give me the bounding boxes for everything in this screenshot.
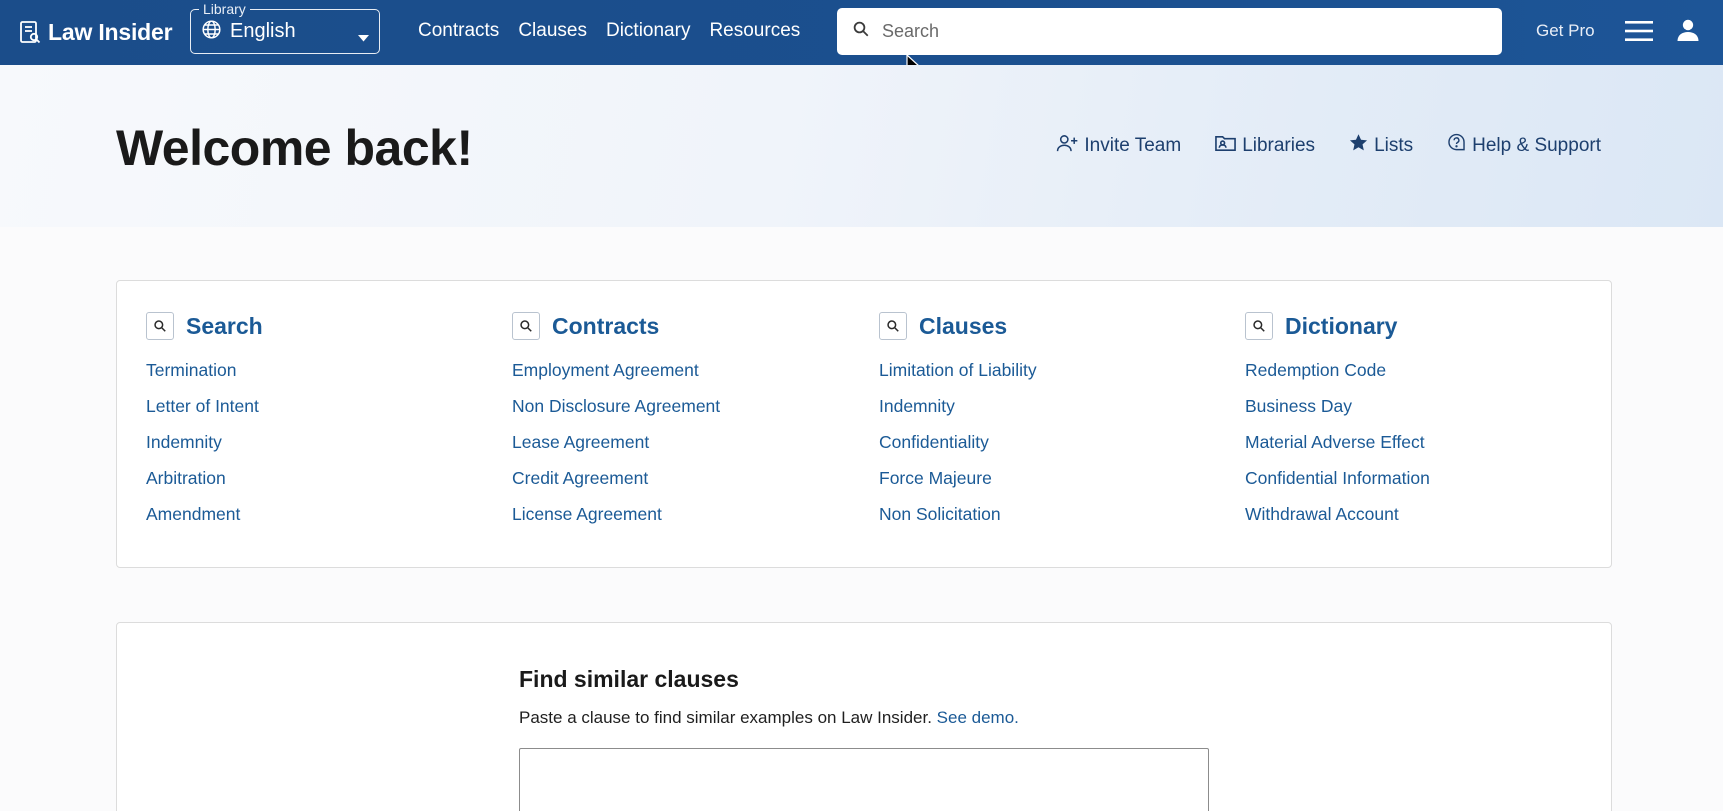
list-item[interactable]: Non Disclosure Agreement [512,395,842,431]
find-similar-description: Paste a clause to find similar examples … [519,708,1019,728]
star-icon [1349,133,1368,158]
library-language-select[interactable]: Library English [190,0,380,54]
list-item[interactable]: Arbitration [146,467,476,503]
list-item[interactable]: Force Majeure [879,467,1209,503]
book-logo-icon [18,20,42,44]
invite-team-button[interactable]: Invite Team [1056,133,1181,158]
list-item[interactable]: Non Solicitation [879,503,1209,539]
search-icon [879,312,907,340]
libraries-label: Libraries [1242,134,1316,156]
list-item[interactable]: Letter of Intent [146,395,476,431]
dictionary-column-header: Dictionary [1245,311,1575,341]
list-item[interactable]: Withdrawal Account [1245,503,1575,539]
list-item[interactable]: Termination [146,359,476,395]
search-input[interactable] [882,21,1482,42]
nav-clauses[interactable]: Clauses [518,20,587,42]
search-bar[interactable] [837,8,1502,55]
list-item[interactable]: Business Day [1245,395,1575,431]
hero-actions: Invite Team Libraries Lists Help & Suppo… [1056,133,1601,158]
list-item[interactable]: Indemnity [879,395,1209,431]
get-pro-link[interactable]: Get Pro [1536,21,1595,41]
search-icon [1245,312,1273,340]
library-language-value: English [230,20,296,42]
contracts-column-header: Contracts [512,311,842,341]
folder-icon [1215,134,1237,158]
list-item[interactable]: Lease Agreement [512,431,842,467]
list-item[interactable]: Confidentiality [879,431,1209,467]
dictionary-column-title[interactable]: Dictionary [1285,313,1397,340]
find-similar-text: Paste a clause to find similar examples … [519,708,932,727]
list-item[interactable]: Employment Agreement [512,359,842,395]
top-navigation-bar: Law Insider Library English Contracts Cl… [0,0,1723,65]
search-icon [146,312,174,340]
search-column: Search Termination Letter of Intent Inde… [146,311,476,539]
clause-paste-textarea[interactable] [519,748,1209,811]
lists-button[interactable]: Lists [1349,133,1413,158]
hamburger-menu-icon[interactable] [1625,20,1653,47]
library-legend: Library [199,0,250,18]
clauses-column-header: Clauses [879,311,1209,341]
see-demo-link[interactable]: See demo. [937,708,1019,727]
lists-label: Lists [1374,134,1414,156]
list-item[interactable]: License Agreement [512,503,842,539]
help-icon [1447,133,1466,158]
caret-down-icon [358,29,369,47]
clauses-column: Clauses Limitation of Liability Indemnit… [879,311,1209,539]
user-plus-icon [1056,134,1078,158]
nav-resources[interactable]: Resources [709,20,800,42]
page-title: Welcome back! [116,120,473,176]
logo-text: Law Insider [48,18,173,45]
invite-team-label: Invite Team [1084,134,1182,156]
list-item[interactable]: Amendment [146,503,476,539]
help-support-label: Help & Support [1472,134,1601,156]
clauses-column-title[interactable]: Clauses [919,313,1007,340]
list-item[interactable]: Material Adverse Effect [1245,431,1575,467]
search-column-title[interactable]: Search [186,313,263,340]
search-icon [852,20,870,43]
contracts-column: Contracts Employment Agreement Non Discl… [512,311,842,539]
find-similar-title: Find similar clauses [519,666,739,692]
main-nav: Contracts Clauses Dictionary Resources [418,20,800,42]
globe-icon [201,19,222,45]
libraries-button[interactable]: Libraries [1215,133,1315,158]
list-item[interactable]: Confidential Information [1245,467,1575,503]
law-insider-logo[interactable]: Law Insider [18,16,173,48]
list-item[interactable]: Limitation of Liability [879,359,1209,395]
search-icon [512,312,540,340]
list-item[interactable]: Redemption Code [1245,359,1575,395]
dictionary-column: Dictionary Redemption Code Business Day … [1245,311,1575,539]
nav-contracts[interactable]: Contracts [418,20,499,42]
contracts-column-title[interactable]: Contracts [552,313,659,340]
user-account-icon[interactable] [1676,18,1700,47]
list-item[interactable]: Indemnity [146,431,476,467]
nav-dictionary[interactable]: Dictionary [606,20,690,42]
help-support-button[interactable]: Help & Support [1447,133,1601,158]
list-item[interactable]: Credit Agreement [512,467,842,503]
quick-links-card: Search Termination Letter of Intent Inde… [116,280,1612,568]
search-column-header: Search [146,311,476,341]
